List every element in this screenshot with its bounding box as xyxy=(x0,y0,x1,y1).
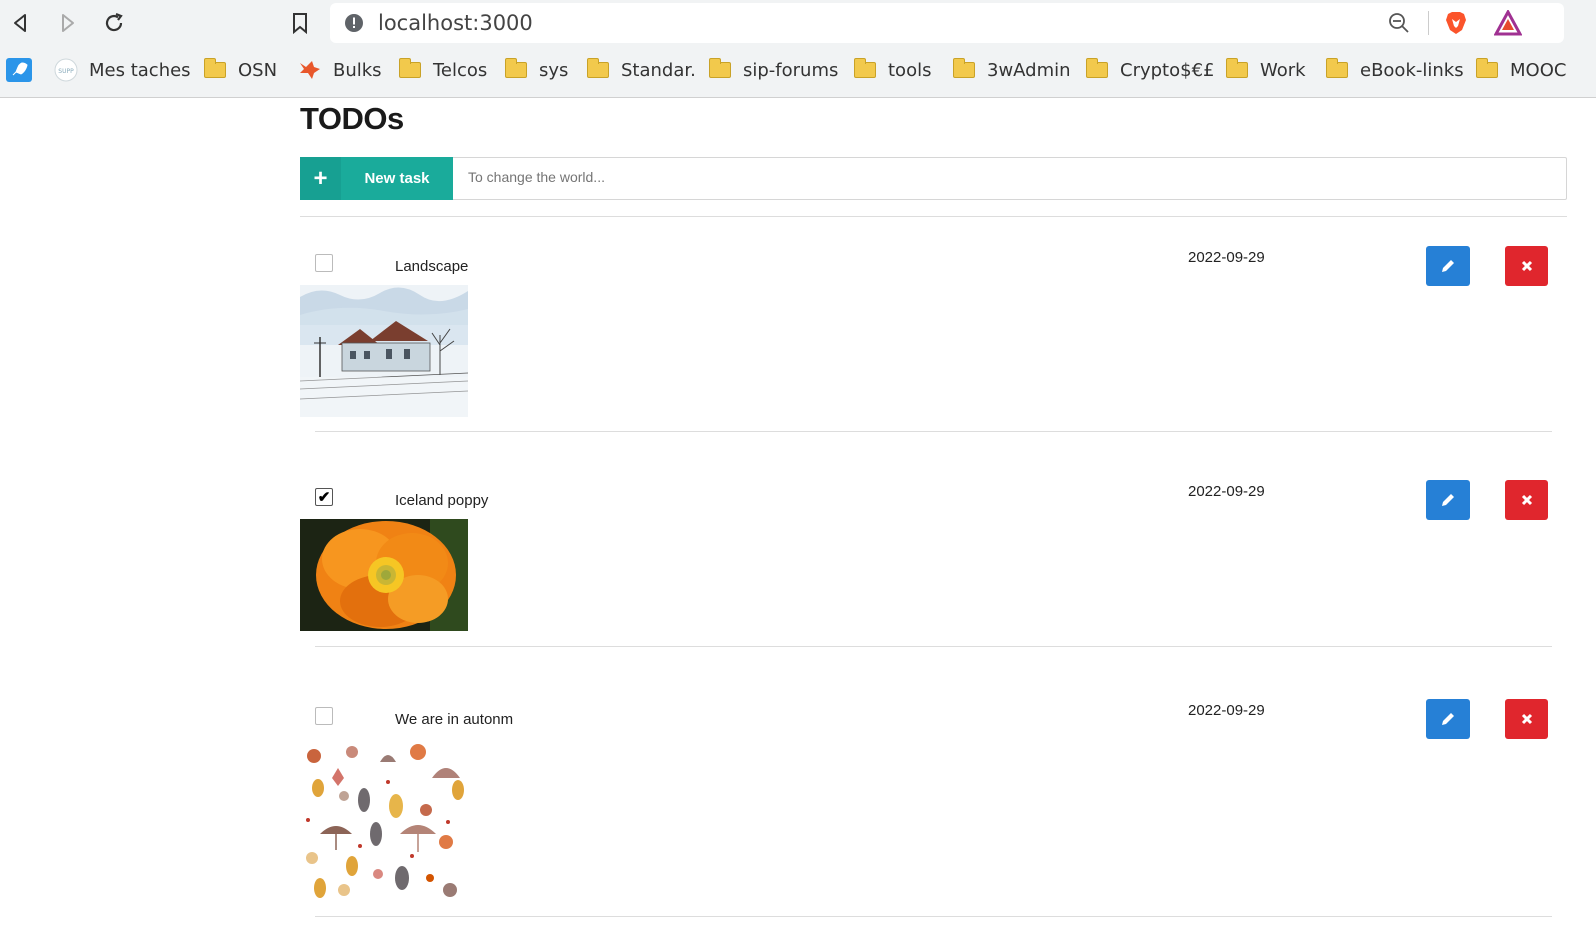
divider xyxy=(300,216,1567,217)
folder-icon xyxy=(1476,58,1498,78)
edit-button[interactable] xyxy=(1426,246,1470,286)
bookmark-folder-sip-forums[interactable]: sip-forums xyxy=(709,56,838,84)
bookmark-folder-ebook-links[interactable]: eBook-links xyxy=(1326,56,1464,84)
task-item: We are in autonm 2022-09-29 xyxy=(300,699,1567,934)
forward-icon xyxy=(62,14,74,32)
bookmark-folder-work[interactable]: Work xyxy=(1226,56,1306,84)
task-image xyxy=(300,285,468,417)
back-icon xyxy=(14,14,26,32)
task-checkbox[interactable]: ✔ xyxy=(315,488,333,506)
url-text: localhost:3000 xyxy=(378,11,533,35)
task-image xyxy=(300,519,468,631)
site-favicon-icon: SUPP xyxy=(54,58,78,82)
close-icon xyxy=(1521,260,1532,272)
bookmarks-bar: SUPP Mes taches OSN Bulks Telcos sys Sta… xyxy=(0,52,1596,88)
pencil-icon xyxy=(1442,713,1454,725)
delete-button[interactable] xyxy=(1505,699,1548,739)
folder-icon xyxy=(587,58,609,78)
new-task-input[interactable] xyxy=(468,169,1548,185)
edit-button[interactable] xyxy=(1426,480,1470,520)
back-button[interactable] xyxy=(4,6,38,40)
new-task-button[interactable]: + New task xyxy=(300,157,453,200)
task-checkbox[interactable] xyxy=(315,254,333,272)
folder-icon xyxy=(505,58,527,78)
folder-icon xyxy=(953,58,975,78)
pencil-icon xyxy=(1442,494,1454,506)
browser-chrome: localhost:3000 SUPP Mes taches OSN Bulks… xyxy=(0,0,1596,98)
bookmark-bulks[interactable]: Bulks xyxy=(298,56,382,84)
bookmark-page-button[interactable] xyxy=(283,6,317,40)
folder-icon xyxy=(1326,58,1348,78)
close-icon xyxy=(1521,713,1532,725)
site-info-icon[interactable] xyxy=(344,13,364,33)
fox-favicon-icon xyxy=(300,61,320,79)
orange-poppy-image xyxy=(300,519,468,631)
plus-icon: + xyxy=(300,157,341,200)
task-label: Iceland poppy xyxy=(395,492,489,509)
new-task-form: + New task xyxy=(300,157,1567,200)
task-date: 2022-09-29 xyxy=(1188,702,1265,719)
folder-icon xyxy=(709,58,731,78)
folder-icon xyxy=(854,58,876,78)
folder-icon xyxy=(1086,58,1108,78)
task-label: Landscape xyxy=(395,258,469,275)
bookmark-folder-sys[interactable]: sys xyxy=(505,56,568,84)
address-bar[interactable]: localhost:3000 xyxy=(330,3,1564,43)
task-image xyxy=(300,738,468,903)
folder-icon xyxy=(1226,58,1248,78)
bookmark-icon xyxy=(293,13,307,34)
task-item: Landscape 2022-09-29 xyxy=(300,246,1567,434)
task-divider xyxy=(315,646,1552,647)
page-content: TODOs + New task Landscape 2022-09-29 xyxy=(0,99,1596,937)
task-item: ✔ Iceland poppy 2022-09-29 xyxy=(300,480,1567,654)
toolbar-divider xyxy=(1428,11,1429,35)
rocket-bookmark-icon[interactable] xyxy=(6,58,32,82)
edit-button[interactable] xyxy=(1426,699,1470,739)
bookmark-folder-mooc[interactable]: MOOC xyxy=(1476,56,1566,84)
zoom-out-icon[interactable] xyxy=(1388,12,1410,34)
bookmark-folder-tools[interactable]: tools xyxy=(854,56,931,84)
task-divider xyxy=(315,431,1552,432)
task-divider xyxy=(315,916,1552,917)
delete-button[interactable] xyxy=(1505,246,1548,286)
bookmark-folder-3wadmin[interactable]: 3wAdmin xyxy=(953,56,1071,84)
brave-rewards-icon[interactable] xyxy=(1494,10,1522,36)
task-date: 2022-09-29 xyxy=(1188,483,1265,500)
bookmark-folder-telcos[interactable]: Telcos xyxy=(399,56,487,84)
autumn-pattern-image xyxy=(300,738,468,903)
bookmark-folder-standar[interactable]: Standar. xyxy=(587,56,696,84)
folder-icon xyxy=(204,58,226,78)
delete-button[interactable] xyxy=(1505,480,1548,520)
pencil-icon xyxy=(1442,260,1454,272)
folder-icon xyxy=(399,58,421,78)
new-task-label: New task xyxy=(364,170,430,187)
brave-shield-icon[interactable] xyxy=(1444,10,1468,36)
winter-train-station-image xyxy=(300,285,468,417)
bookmark-folder-osn[interactable]: OSN xyxy=(204,56,277,84)
close-icon xyxy=(1521,494,1532,506)
reload-button[interactable] xyxy=(97,6,131,40)
task-checkbox[interactable] xyxy=(315,707,333,725)
forward-button[interactable] xyxy=(50,6,84,40)
bookmark-mes-taches[interactable]: SUPP Mes taches xyxy=(54,56,191,84)
page-title: TODOs xyxy=(300,101,404,136)
reload-icon xyxy=(105,12,123,32)
task-date: 2022-09-29 xyxy=(1188,249,1265,266)
bookmark-folder-crypto[interactable]: Crypto$€£ xyxy=(1086,56,1214,84)
task-label: We are in autonm xyxy=(395,711,514,728)
svg-text:SUPP: SUPP xyxy=(58,68,74,75)
